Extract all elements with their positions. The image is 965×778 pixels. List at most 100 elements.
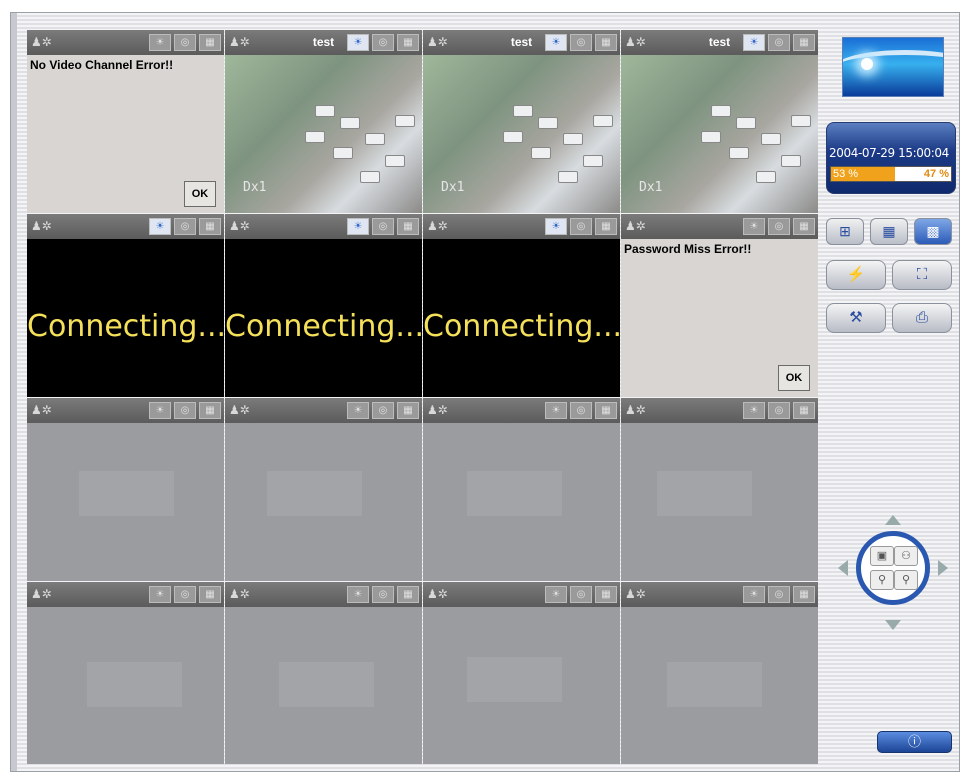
channel-15[interactable]: ♟✲ ☀ ◎ ▦ (423, 582, 620, 764)
brightness-icon[interactable]: ☀ (149, 34, 171, 51)
snapshot-icon[interactable]: ◎ (570, 34, 592, 51)
empty-channel-view[interactable] (423, 607, 620, 764)
record-status-icon: ♟✲ (31, 403, 52, 417)
brightness-icon[interactable]: ☀ (545, 586, 567, 603)
brightness-icon[interactable]: ☀ (347, 218, 369, 235)
channel-13[interactable]: ♟✲ ☀ ◎ ▦ (27, 582, 224, 764)
settings-bar-icon[interactable]: ▦ (397, 34, 419, 51)
camera-view[interactable]: Dx1 (225, 55, 422, 213)
channel-7[interactable]: ♟✲ ☀ ◎ ▦ Connecting... (423, 214, 620, 397)
snapshot-icon[interactable]: ◎ (768, 402, 790, 419)
settings-bar-icon[interactable]: ▦ (595, 218, 617, 235)
ok-button[interactable]: OK (778, 365, 810, 391)
channel-16[interactable]: ♟✲ ☀ ◎ ▦ (621, 582, 818, 764)
snapshot-icon[interactable]: ◎ (570, 218, 592, 235)
settings-bar-icon[interactable]: ▦ (595, 34, 617, 51)
brightness-icon[interactable]: ☀ (149, 402, 171, 419)
record-status-icon: ♟✲ (427, 403, 448, 417)
channel-toolbar: ♟✲ ☀ ◎ ▦ (27, 214, 224, 239)
settings-bar-icon[interactable]: ▦ (397, 218, 419, 235)
empty-channel-view[interactable] (225, 607, 422, 764)
settings-bar-icon[interactable]: ▦ (595, 402, 617, 419)
settings-bar-icon[interactable]: ▦ (199, 402, 221, 419)
snapshot-icon[interactable]: ◎ (768, 34, 790, 51)
brightness-icon[interactable]: ☀ (149, 218, 171, 235)
snapshot-icon[interactable]: ◎ (768, 586, 790, 603)
zoom-out-icon[interactable]: ⚇ (894, 546, 918, 566)
channel-14[interactable]: ♟✲ ☀ ◎ ▦ (225, 582, 422, 764)
settings-bar-icon[interactable]: ▦ (793, 402, 815, 419)
focus-far-icon[interactable]: ⚲ (894, 570, 918, 590)
power-icon[interactable]: ⓘ (877, 731, 952, 753)
brightness-icon[interactable]: ☀ (149, 586, 171, 603)
brightness-icon[interactable]: ☀ (347, 34, 369, 51)
settings-bar-icon[interactable]: ▦ (595, 586, 617, 603)
brightness-icon[interactable]: ☀ (347, 586, 369, 603)
focus-near-icon[interactable]: ⚲ (870, 570, 894, 590)
channel-3[interactable]: ♟✲ test ☀ ◎ ▦ Dx1 (423, 30, 620, 213)
fullscreen-icon[interactable]: ⛶ (892, 260, 952, 290)
snapshot-icon[interactable]: ◎ (174, 586, 196, 603)
settings-bar-icon[interactable]: ▦ (199, 586, 221, 603)
snapshot-icon[interactable]: ◎ (174, 34, 196, 51)
brightness-icon[interactable]: ☀ (743, 218, 765, 235)
brightness-icon[interactable]: ☀ (743, 402, 765, 419)
sixteen-split-icon[interactable]: ▩ (914, 218, 952, 245)
settings-bar-icon[interactable]: ▦ (397, 586, 419, 603)
brightness-icon[interactable]: ☀ (545, 34, 567, 51)
pan-up-icon[interactable] (885, 515, 901, 525)
ok-button[interactable]: OK (184, 181, 216, 207)
connect-icon[interactable]: ⚡ (826, 260, 886, 290)
pan-left-icon[interactable] (838, 560, 848, 576)
four-split-icon[interactable]: ⊞ (826, 218, 864, 245)
channel-toolbar: ♟✲ ☀ ◎ ▦ (423, 582, 620, 607)
brightness-icon[interactable]: ☀ (743, 34, 765, 51)
channel-1[interactable]: ♟✲ ☀ ◎ ▦ No Video Channel Error!! OK (27, 30, 224, 213)
empty-channel-view[interactable] (423, 423, 620, 581)
settings-bar-icon[interactable]: ▦ (793, 218, 815, 235)
channel-8[interactable]: ♟✲ ☀ ◎ ▦ Password Miss Error!! OK (621, 214, 818, 397)
pan-right-icon[interactable] (938, 560, 948, 576)
snapshot-icon[interactable]: ◎ (372, 34, 394, 51)
camera-view[interactable]: Dx1 (621, 55, 818, 213)
settings-bar-icon[interactable]: ▦ (397, 402, 419, 419)
ptz-control[interactable]: ▣ ⚇ ⚲ ⚲ (850, 525, 936, 611)
channel-10[interactable]: ♟✲ ☀ ◎ ▦ (225, 398, 422, 581)
snapshot-icon[interactable]: ◎ (174, 402, 196, 419)
camera-view[interactable]: Dx1 (423, 55, 620, 213)
empty-channel-view[interactable] (27, 423, 224, 581)
brightness-icon[interactable]: ☀ (743, 586, 765, 603)
channel-6[interactable]: ♟✲ ☀ ◎ ▦ Connecting... (225, 214, 422, 397)
brightness-icon[interactable]: ☀ (545, 218, 567, 235)
snapshot-icon[interactable]: ◎ (372, 218, 394, 235)
channel-4[interactable]: ♟✲ test ☀ ◎ ▦ Dx1 (621, 30, 818, 213)
brightness-icon[interactable]: ☀ (545, 402, 567, 419)
settings-bar-icon[interactable]: ▦ (793, 586, 815, 603)
empty-channel-view[interactable] (27, 607, 224, 764)
snapshot-icon[interactable]: ◎ (570, 402, 592, 419)
nine-split-icon[interactable]: ▦ (870, 218, 908, 245)
settings-icon[interactable]: ⚒ (826, 303, 886, 333)
zoom-in-icon[interactable]: ▣ (870, 546, 894, 566)
snapshot-icon[interactable]: ◎ (372, 402, 394, 419)
channel-12[interactable]: ♟✲ ☀ ◎ ▦ (621, 398, 818, 581)
channel-2[interactable]: ♟✲ test ☀ ◎ ▦ Dx1 (225, 30, 422, 213)
empty-channel-view[interactable] (621, 423, 818, 581)
channel-11[interactable]: ♟✲ ☀ ◎ ▦ (423, 398, 620, 581)
pan-down-icon[interactable] (885, 620, 901, 630)
brightness-icon[interactable]: ☀ (347, 402, 369, 419)
snapshot-icon[interactable]: ◎ (570, 586, 592, 603)
playback-icon[interactable]: ⎙ (892, 303, 952, 333)
empty-channel-view[interactable] (225, 423, 422, 581)
channel-5[interactable]: ♟✲ ☀ ◎ ▦ Connecting... (27, 214, 224, 397)
settings-bar-icon[interactable]: ▦ (199, 218, 221, 235)
snapshot-icon[interactable]: ◎ (174, 218, 196, 235)
settings-bar-icon[interactable]: ▦ (793, 34, 815, 51)
snapshot-icon[interactable]: ◎ (768, 218, 790, 235)
settings-bar-icon[interactable]: ▦ (199, 34, 221, 51)
channel-toolbar: ♟✲ ☀ ◎ ▦ (621, 398, 818, 423)
empty-channel-view[interactable] (621, 607, 818, 764)
channel-9[interactable]: ♟✲ ☀ ◎ ▦ (27, 398, 224, 581)
channel-toolbar: ♟✲ ☀ ◎ ▦ (423, 398, 620, 423)
snapshot-icon[interactable]: ◎ (372, 586, 394, 603)
